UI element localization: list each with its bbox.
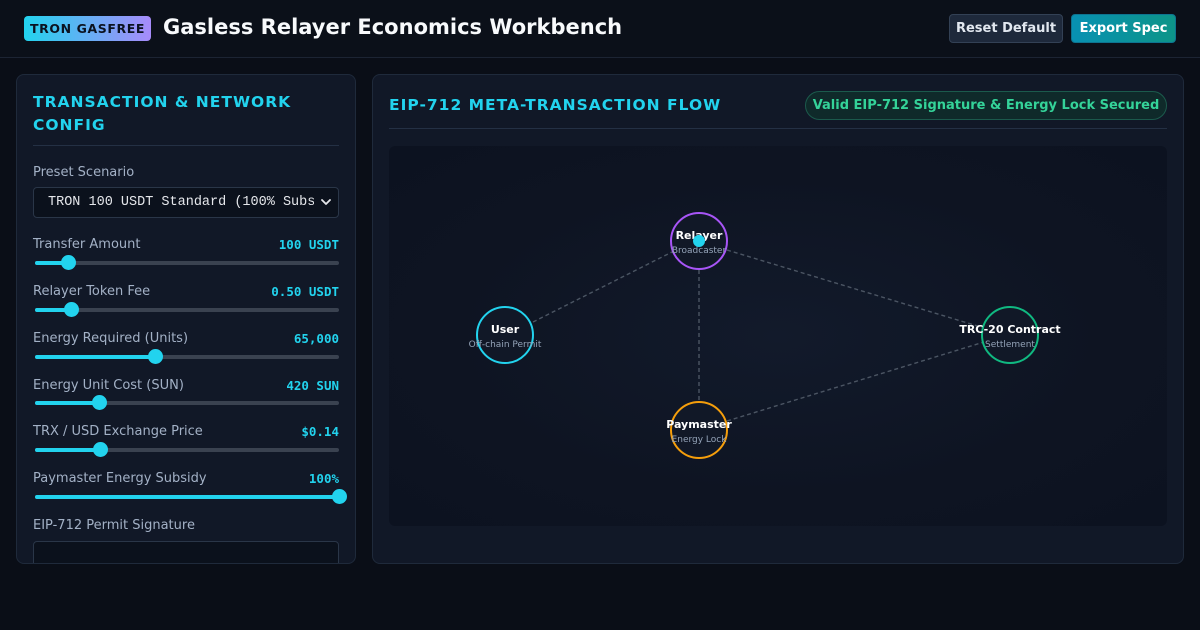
paymaster-subsidy-fill [35, 495, 339, 499]
config-panel-title: TRANSACTION & NETWORK CONFIG [33, 93, 292, 134]
transfer-amount-slider[interactable] [35, 255, 339, 270]
paymaster-subsidy-value: 100% [308, 471, 339, 486]
flow-panel-title: EIP-712 META-TRANSACTION FLOW [389, 96, 722, 114]
node-trc20-contract[interactable]: TRC-20 Contract Settlement [959, 306, 1061, 364]
transfer-amount-value: 100 USDT [278, 237, 339, 252]
trx-usd-price-value: $0.14 [301, 424, 339, 439]
relayer-token-fee-label: Relayer Token Fee [33, 284, 151, 299]
chevron-down-icon [321, 199, 331, 205]
energy-required-slider[interactable] [35, 349, 339, 364]
config-panel: TRANSACTION & NETWORK CONFIG Preset Scen… [16, 74, 356, 564]
node-user-subtitle: Off-chain Permit [469, 340, 542, 350]
export-spec-button[interactable]: Export Spec [1071, 14, 1176, 43]
energy-unit-cost-fill [35, 401, 99, 405]
transfer-amount-thumb[interactable] [61, 255, 77, 270]
flow-canvas: User Off-chain Permit Relayer Broadcaste… [389, 146, 1167, 526]
edge-user-relayer [532, 250, 675, 323]
reset-default-button[interactable]: Reset Default [949, 14, 1063, 43]
flow-panel: EIP-712 META-TRANSACTION FLOW Valid EIP-… [372, 74, 1184, 564]
node-user-title: User [491, 323, 520, 336]
app-title: Gasless Relayer Economics Workbench [163, 15, 623, 39]
node-contract-title: TRC-20 Contract [959, 323, 1060, 336]
edge-relayer-contract [726, 249, 985, 329]
signature-status-badge: Valid EIP-712 Signature & Energy Lock Se… [805, 91, 1167, 120]
node-relayer-subtitle: Broadcaster [672, 246, 727, 256]
trx-usd-price-label: TRX / USD Exchange Price [33, 424, 203, 439]
energy-required-thumb[interactable] [148, 349, 164, 364]
permit-signature-label: EIP-712 Permit Signature [33, 518, 195, 533]
config-divider [33, 145, 339, 146]
trx-usd-price-fill [35, 448, 101, 452]
relayer-token-fee-thumb[interactable] [64, 302, 80, 317]
paymaster-subsidy-label: Paymaster Energy Subsidy [33, 471, 207, 486]
transfer-amount-label: Transfer Amount [33, 237, 141, 252]
node-paymaster-subtitle: Energy Lock [672, 435, 728, 445]
packet-dot [693, 235, 705, 247]
energy-required-value: 65,000 [293, 331, 339, 346]
node-paymaster-title: Paymaster [666, 418, 732, 431]
preset-scenario-label: Preset Scenario [33, 165, 135, 180]
relayer-token-fee-value: 0.50 USDT [271, 284, 339, 299]
brand-badge: TRON GASFREE [24, 16, 151, 41]
paymaster-subsidy-thumb[interactable] [332, 489, 347, 504]
edge-paymaster-contract [726, 341, 985, 422]
energy-unit-cost-slider[interactable] [35, 395, 339, 410]
node-relayer[interactable]: Relayer Broadcaster [670, 212, 728, 270]
flow-divider [389, 128, 1167, 129]
energy-unit-cost-value: 420 SUN [286, 378, 339, 393]
node-paymaster[interactable]: Paymaster Energy Lock [666, 401, 732, 459]
permit-signature-field[interactable] [33, 541, 339, 563]
trx-usd-price-slider[interactable] [35, 442, 339, 457]
node-user[interactable]: User Off-chain Permit [469, 306, 542, 364]
flow-diagram: User Off-chain Permit Relayer Broadcaste… [469, 212, 1061, 459]
energy-required-fill [35, 355, 156, 359]
energy-unit-cost-label: Energy Unit Cost (SUN) [33, 378, 184, 393]
paymaster-subsidy-slider[interactable] [35, 489, 347, 504]
trx-usd-price-thumb[interactable] [93, 442, 109, 457]
energy-unit-cost-thumb[interactable] [91, 395, 107, 410]
node-contract-subtitle: Settlement [985, 340, 1035, 350]
preset-scenario-select[interactable]: TRON 100 USDT Standard (100% Subsidy) [33, 187, 339, 218]
top-bar: TRON GASFREE Gasless Relayer Economics W… [0, 0, 1200, 58]
energy-required-label: Energy Required (Units) [33, 331, 189, 346]
relayer-token-fee-slider[interactable] [35, 302, 339, 317]
preset-scenario-value: TRON 100 USDT Standard (100% Subsidy) [48, 195, 314, 210]
